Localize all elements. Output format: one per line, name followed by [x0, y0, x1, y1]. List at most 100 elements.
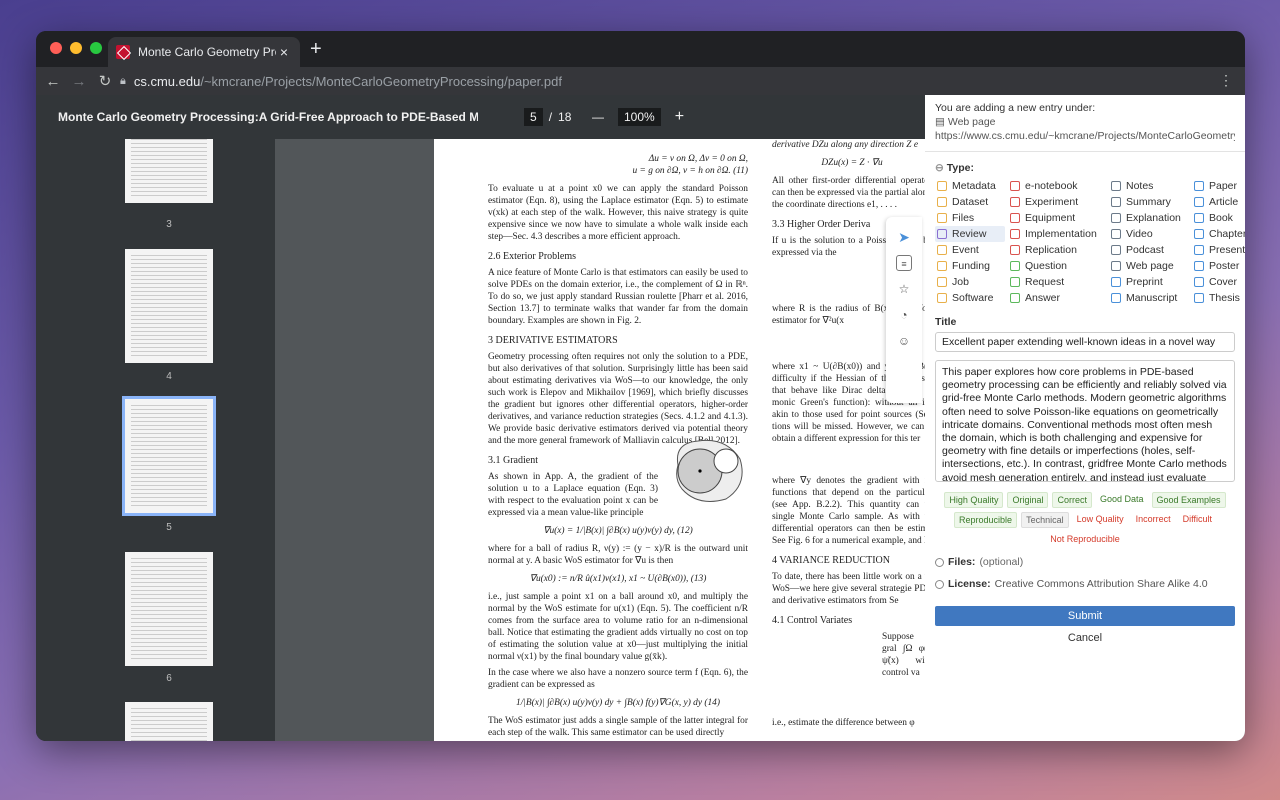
- page-number-input[interactable]: 5: [524, 108, 543, 126]
- equation-11: Δu = v on Ω, Δv = 0 on Ω, u = g on ∂Ω, v…: [632, 154, 749, 176]
- new-tab-button[interactable]: +: [310, 39, 322, 59]
- type-icon: [1194, 293, 1204, 303]
- type-option-label: Metadata: [952, 180, 996, 192]
- type-option[interactable]: e-notebook: [1008, 178, 1106, 194]
- type-option-label: Chapter: [1209, 228, 1245, 240]
- thumbnail-page-4[interactable]: [125, 249, 213, 363]
- collapse-minus-icon: [935, 579, 944, 589]
- thumbnail-page-3[interactable]: [125, 139, 213, 203]
- star-icon[interactable]: ☆: [896, 281, 912, 297]
- type-option[interactable]: Notes: [1109, 178, 1189, 194]
- panel-header: You are adding a new entry under: ▤ Web …: [925, 95, 1245, 152]
- type-option[interactable]: Summary: [1109, 194, 1189, 210]
- type-option[interactable]: Answer: [1008, 290, 1106, 306]
- type-option[interactable]: Request: [1008, 274, 1106, 290]
- paragraph: Suppose w gral ∫Ω φ(x ψ̃(x) with control…: [882, 632, 925, 678]
- type-option[interactable]: Metadata: [935, 178, 1005, 194]
- type-option[interactable]: Files: [935, 210, 1005, 226]
- type-option[interactable]: Article: [1192, 194, 1245, 210]
- type-option-label: Files: [952, 212, 975, 224]
- type-icon: [1111, 229, 1121, 239]
- reload-icon[interactable]: ↻: [92, 72, 118, 90]
- thumbnail-label: 4: [166, 371, 172, 382]
- thumbnail-page-6[interactable]: [125, 552, 213, 666]
- equation: DZu(x) = Z · ∇u: [821, 158, 883, 168]
- address-bar[interactable]: 🔒︎ cs.cmu.edu/~kmcrane/Projects/MonteCar…: [120, 67, 562, 95]
- tag-chip[interactable]: Good Data: [1096, 492, 1148, 508]
- type-option[interactable]: Cover: [1192, 274, 1245, 290]
- paragraph: To evaluate u at a point x0 we can apply…: [488, 184, 748, 242]
- type-option[interactable]: Implementation: [1008, 226, 1106, 242]
- type-option[interactable]: Review: [935, 226, 1005, 242]
- cancel-button[interactable]: Cancel: [925, 632, 1245, 644]
- zoom-level-input[interactable]: 100%: [618, 108, 661, 126]
- tab-close-icon[interactable]: ×: [276, 44, 292, 60]
- type-option[interactable]: Replication: [1008, 242, 1106, 258]
- license-section[interactable]: License: Creative Commons Attribution Sh…: [925, 568, 1245, 590]
- thumbnail-label: 6: [166, 673, 172, 684]
- minimize-window-button[interactable]: [70, 42, 82, 54]
- equation-12: ∇u(x) = 1/|B(x)| ∫∂B(x) u(y)ν(y) dy, (12…: [543, 526, 693, 536]
- type-option[interactable]: Funding: [935, 258, 1005, 274]
- forward-arrow-icon[interactable]: →: [66, 73, 92, 90]
- type-option-label: Book: [1209, 212, 1233, 224]
- type-option[interactable]: Web page: [1109, 258, 1189, 274]
- tag-chip[interactable]: Low Quality: [1073, 512, 1128, 528]
- type-option[interactable]: Experiment: [1008, 194, 1106, 210]
- type-option[interactable]: Software: [935, 290, 1005, 306]
- zoom-controls: — 100% +: [592, 108, 684, 126]
- webpage-icon: ▤: [935, 116, 948, 128]
- bell-icon[interactable]: ◔: [896, 307, 912, 323]
- maximize-window-button[interactable]: [90, 42, 102, 54]
- type-icon: [937, 197, 947, 207]
- type-option[interactable]: Dataset: [935, 194, 1005, 210]
- title-input[interactable]: Excellent paper extending well-known ide…: [935, 332, 1235, 352]
- type-option-label: Implementation: [1025, 228, 1097, 240]
- type-section-header[interactable]: ⊖ Type:: [925, 152, 1245, 178]
- type-option[interactable]: Equipment: [1008, 210, 1106, 226]
- type-option[interactable]: Job: [935, 274, 1005, 290]
- type-option[interactable]: Book: [1192, 210, 1245, 226]
- type-option[interactable]: Event: [935, 242, 1005, 258]
- tag-chip[interactable]: Incorrect: [1132, 512, 1175, 528]
- type-option[interactable]: Presentation: [1192, 242, 1245, 258]
- type-icon: [1111, 181, 1121, 191]
- type-option[interactable]: Chapter: [1192, 226, 1245, 242]
- note-icon[interactable]: ≡: [896, 255, 912, 271]
- zoom-in-button[interactable]: +: [675, 108, 684, 126]
- type-option[interactable]: Thesis: [1192, 290, 1245, 306]
- submit-button[interactable]: Submit: [935, 606, 1235, 626]
- type-option-label: Video: [1126, 228, 1153, 240]
- type-option[interactable]: Poster: [1192, 258, 1245, 274]
- type-option[interactable]: Paper: [1192, 178, 1245, 194]
- type-option[interactable]: Podcast: [1109, 242, 1189, 258]
- tag-chip[interactable]: High Quality: [944, 492, 1004, 508]
- tag-chip[interactable]: Good Examples: [1151, 492, 1226, 508]
- type-option-label: Event: [952, 244, 979, 256]
- thumbnail-page-5[interactable]: [122, 396, 216, 516]
- tag-chip[interactable]: Reproducible: [954, 512, 1018, 528]
- type-option[interactable]: Question: [1008, 258, 1106, 274]
- type-option[interactable]: Video: [1109, 226, 1189, 242]
- zotero-arrow-icon[interactable]: ➤: [896, 229, 912, 245]
- type-option[interactable]: Explanation: [1109, 210, 1189, 226]
- close-window-button[interactable]: [50, 42, 62, 54]
- tag-chip[interactable]: Correct: [1052, 492, 1092, 508]
- tag-chip[interactable]: Original: [1007, 492, 1049, 508]
- zoom-out-button[interactable]: —: [592, 110, 604, 124]
- files-section[interactable]: Files: (optional): [925, 546, 1245, 568]
- browser-menu-icon[interactable]: ⋮: [1219, 72, 1233, 89]
- tag-chip[interactable]: Difficult: [1179, 512, 1216, 528]
- thumbnail-page-7[interactable]: [125, 702, 213, 741]
- type-option-label: Notes: [1126, 180, 1154, 192]
- tag-chip[interactable]: Not Reproducible: [1046, 532, 1124, 546]
- pdf-viewer[interactable]: Δu = v on Ω, Δv = 0 on Ω, u = g on ∂Ω, v…: [275, 139, 925, 741]
- type-option[interactable]: Preprint: [1109, 274, 1189, 290]
- tab-active[interactable]: Monte Carlo Geometry Process ×: [108, 37, 300, 67]
- type-option[interactable]: Manuscript: [1109, 290, 1189, 306]
- tag-chip[interactable]: Technical: [1021, 512, 1069, 528]
- review-body-textarea[interactable]: This paper explores how core problems in…: [935, 360, 1235, 482]
- smile-icon[interactable]: ☺: [896, 333, 912, 349]
- back-arrow-icon[interactable]: ←: [40, 73, 66, 90]
- type-option-label: Review: [952, 228, 987, 240]
